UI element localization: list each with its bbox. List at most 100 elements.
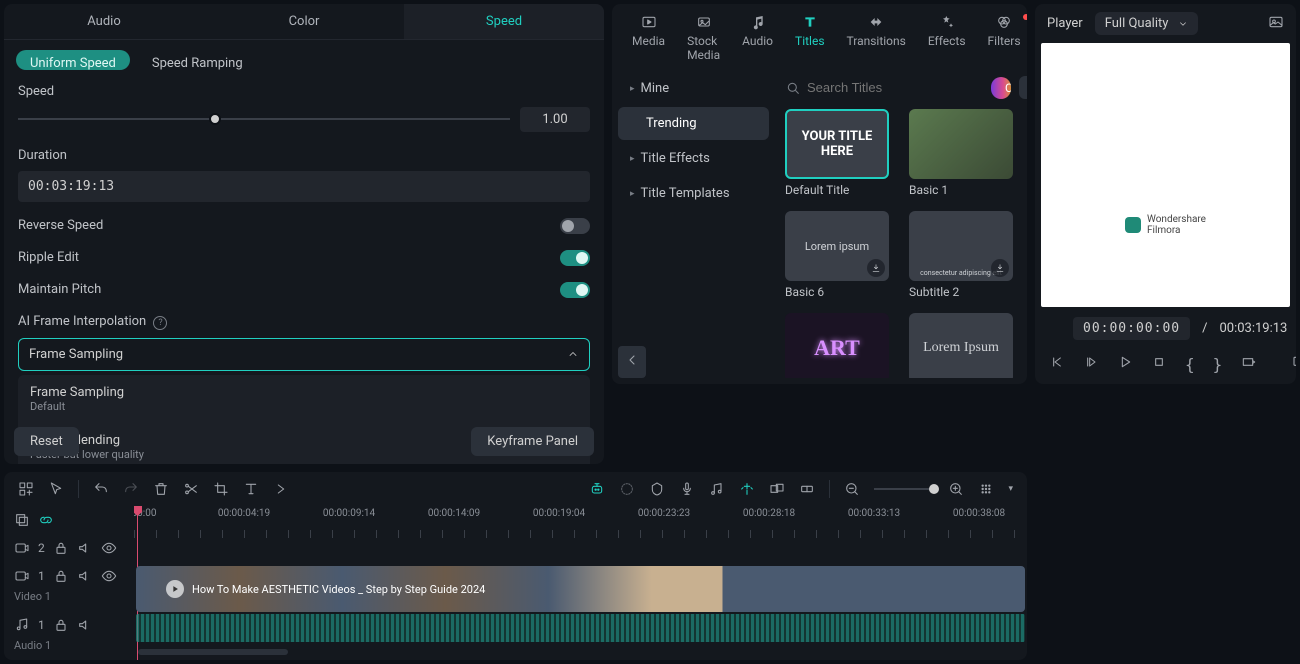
tab-label: Audio — [742, 34, 773, 48]
audio-sync-button[interactable] — [709, 481, 725, 497]
title-tile[interactable]: consectetur adipiscing elit Subtitle 2 — [909, 211, 1013, 299]
snapshot-button[interactable] — [1268, 14, 1284, 34]
duration-label: Duration — [18, 148, 590, 163]
duration-value[interactable]: 00:03:19:13 — [18, 171, 590, 202]
group-button[interactable] — [769, 481, 785, 497]
mute-icon[interactable] — [77, 617, 93, 633]
pill-uniform-speed[interactable]: Uniform Speed — [16, 50, 130, 70]
video-layer-icon[interactable] — [14, 540, 30, 556]
zoom-slider[interactable] — [874, 488, 934, 490]
text-button[interactable] — [243, 481, 259, 497]
interp-select[interactable]: Frame Sampling — [18, 338, 590, 371]
tile-thumbnail[interactable]: consectetur adipiscing elit — [909, 211, 1013, 281]
search-input[interactable] — [807, 80, 983, 95]
prev-frame-button[interactable] — [1049, 354, 1065, 374]
player-canvas[interactable]: WondershareFilmora — [1041, 43, 1290, 307]
mark-out-button[interactable]: } — [1213, 355, 1223, 374]
crop-button[interactable] — [213, 481, 229, 497]
lock-icon[interactable] — [53, 617, 69, 633]
creative-assets-chip[interactable]: Creative Assets — [991, 77, 1011, 99]
slider-knob[interactable] — [209, 113, 221, 125]
filter-all-dropdown[interactable]: All — [1019, 76, 1027, 99]
title-tile[interactable]: ART — [785, 313, 889, 378]
delete-button[interactable] — [153, 481, 169, 497]
tile-thumbnail[interactable]: ART — [785, 313, 889, 378]
speed-slider[interactable] — [18, 118, 510, 120]
eye-icon[interactable] — [101, 540, 117, 556]
inspector-tab-audio[interactable]: Audio — [4, 4, 204, 39]
redo-button[interactable] — [123, 481, 139, 497]
sidebar-item-mine[interactable]: ▸Mine — [618, 72, 769, 105]
video-track-icon[interactable] — [14, 568, 30, 584]
tab-stock-media[interactable]: Stock Media — [677, 10, 730, 66]
split-button[interactable] — [183, 481, 199, 497]
add-track-button[interactable] — [18, 481, 34, 497]
link-icon[interactable] — [38, 512, 54, 528]
timeline-ruler[interactable]: 00:00 00:00:04:19 00:00:09:14 00:00:14:0… — [134, 506, 1027, 538]
marker-button[interactable] — [649, 481, 665, 497]
view-menu-button[interactable]: ▾ — [1008, 484, 1013, 494]
title-tile[interactable]: Basic 1 — [909, 109, 1013, 197]
select-tool[interactable] — [48, 481, 64, 497]
zoom-in-button[interactable] — [948, 481, 964, 497]
sidebar-collapse-button[interactable] — [618, 346, 646, 378]
view-grid-button[interactable] — [978, 481, 994, 497]
tab-audio[interactable]: Audio — [732, 10, 783, 52]
pitch-switch[interactable] — [560, 282, 590, 298]
tab-transitions[interactable]: Transitions — [837, 10, 916, 52]
zoom-out-button[interactable] — [844, 481, 860, 497]
tile-thumbnail[interactable] — [909, 109, 1013, 179]
stop-button[interactable] — [1151, 354, 1167, 374]
tab-media[interactable]: Media — [622, 10, 675, 52]
reverse-switch[interactable] — [560, 218, 590, 234]
library-search[interactable] — [785, 80, 983, 96]
download-icon[interactable] — [991, 259, 1009, 277]
dropdown-item-frame-sampling[interactable]: Frame Sampling Default — [18, 375, 590, 423]
tab-filters[interactable]: Filters — [978, 10, 1027, 52]
mark-in-button[interactable]: { — [1185, 355, 1195, 374]
keyframe-button[interactable] — [799, 481, 815, 497]
title-tile[interactable]: Lorem Ipsum — [909, 313, 1013, 378]
undo-button[interactable] — [93, 481, 109, 497]
audio-track-icon[interactable] — [14, 617, 30, 633]
tile-thumbnail[interactable]: Lorem Ipsum — [909, 313, 1013, 378]
eye-icon[interactable] — [101, 568, 117, 584]
voice-button[interactable] — [679, 481, 695, 497]
ai-robot-button[interactable] — [589, 481, 605, 497]
help-icon[interactable]: ? — [153, 316, 167, 330]
mute-icon[interactable] — [77, 540, 93, 556]
inspector-tab-speed[interactable]: Speed — [404, 4, 604, 39]
title-tile[interactable]: Lorem ipsum Basic 6 — [785, 211, 889, 299]
magnet-button[interactable] — [739, 481, 755, 497]
title-tile[interactable]: YOUR TITLE HERE Default Title — [785, 109, 889, 197]
reset-button[interactable]: Reset — [14, 427, 79, 456]
tile-thumbnail[interactable]: YOUR TITLE HERE — [785, 109, 889, 179]
tab-effects[interactable]: Effects — [918, 10, 976, 52]
pill-speed-ramping[interactable]: Speed Ramping — [138, 50, 257, 70]
sidebar-item-title-templates[interactable]: ▸Title Templates — [618, 177, 769, 210]
color-wheel-button[interactable] — [619, 481, 635, 497]
timeline-scrollbar[interactable] — [138, 649, 288, 655]
sidebar-item-trending[interactable]: Trending — [618, 107, 769, 140]
inspector-tab-color[interactable]: Color — [204, 4, 404, 39]
ratio-button[interactable] — [1240, 354, 1256, 374]
player-quality-dropdown[interactable]: Full Quality — [1095, 12, 1199, 35]
keyframe-panel-button[interactable]: Keyframe Panel — [471, 427, 594, 456]
slider-knob[interactable] — [929, 484, 939, 494]
tile-thumbnail[interactable]: Lorem ipsum — [785, 211, 889, 281]
sidebar-item-title-effects[interactable]: ▸Title Effects — [618, 142, 769, 175]
tab-titles[interactable]: Titles — [785, 10, 834, 52]
ripple-switch[interactable] — [560, 250, 590, 266]
audio-waveform[interactable] — [136, 614, 1025, 642]
download-icon[interactable] — [867, 259, 885, 277]
display-button[interactable] — [1292, 354, 1296, 374]
layers-icon[interactable] — [14, 512, 30, 528]
lock-icon[interactable] — [53, 540, 69, 556]
lock-icon[interactable] — [53, 568, 69, 584]
speed-value[interactable]: 1.00 — [520, 107, 590, 132]
mute-icon[interactable] — [77, 568, 93, 584]
more-tools-button[interactable] — [273, 481, 289, 497]
play-in-button[interactable] — [1083, 354, 1099, 374]
play-button[interactable] — [1117, 354, 1133, 374]
video-clip[interactable]: How To Make AESTHETIC Videos _ Step by S… — [136, 566, 1025, 612]
